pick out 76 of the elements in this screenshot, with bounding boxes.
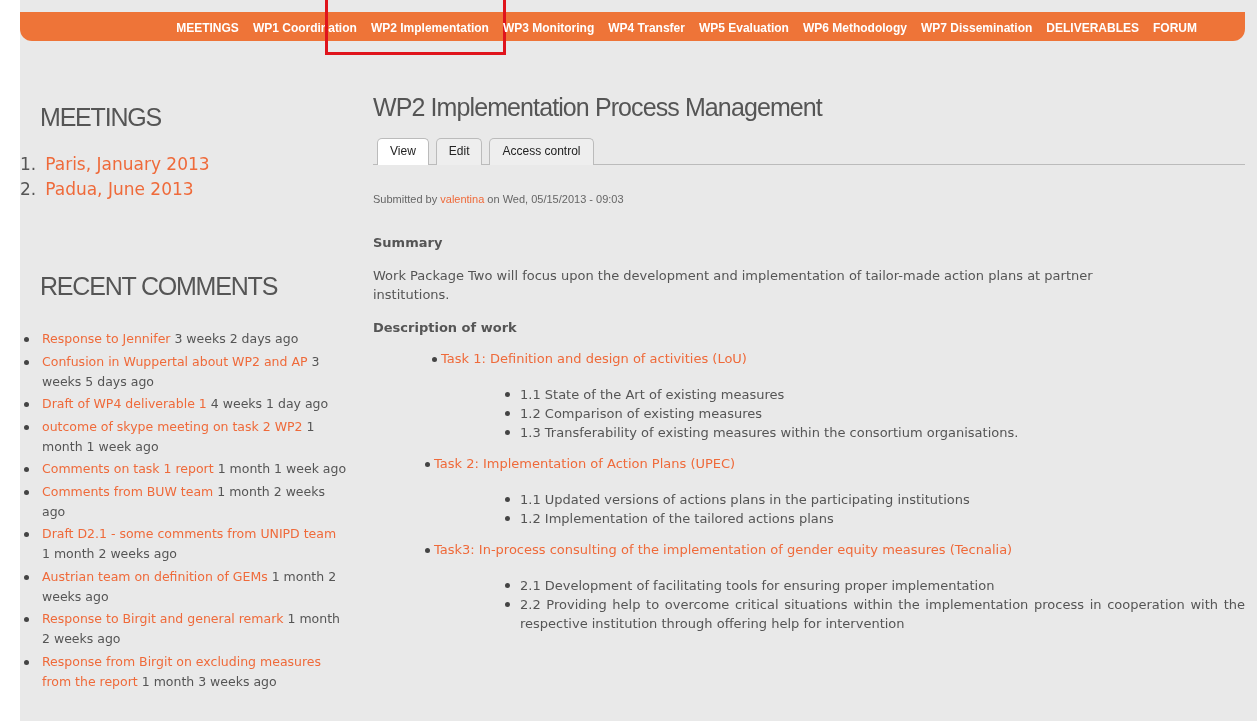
bullet-icon <box>24 467 29 472</box>
bullet-icon <box>24 489 29 495</box>
bullet-icon <box>24 574 29 580</box>
subtask-text: 1.2 Comparison of existing measures <box>520 405 763 423</box>
tab[interactable]: Edit <box>435 138 483 165</box>
bullet-icon <box>505 583 510 588</box>
comment-entry: Response to Jennifer 3 weeks 2 days ago <box>42 331 299 346</box>
meeting-link[interactable]: Padua, June 2013 <box>45 177 194 202</box>
subtask-text: 1.3 Transferability of existing measures within the consortium organisations. <box>520 424 1019 442</box>
bullet-icon <box>24 659 29 665</box>
comment-link[interactable]: Comments from BUW team <box>42 483 214 499</box>
bullet-icon <box>24 337 29 342</box>
list-number: 1. <box>20 153 37 176</box>
comment-link[interactable]: Response to Jennifer <box>42 331 171 346</box>
bullet-icon <box>505 392 510 397</box>
bullet-icon <box>24 402 29 407</box>
tab[interactable]: View <box>377 138 429 165</box>
bullet-icon <box>505 497 510 502</box>
nav-link[interactable]: FORUM <box>1153 21 1197 35</box>
comment-link[interactable]: Comments on task 1 report <box>42 461 214 476</box>
comment-link[interactable]: Draft of WP4 deliverable 1 <box>42 396 207 411</box>
meeting-link[interactable]: Paris, January 2013 <box>45 152 210 177</box>
bullet-icon <box>505 430 510 435</box>
task-link[interactable]: Task 1: Definition and design of activities (LoU) <box>441 349 747 369</box>
nav-link[interactable]: WP5 Evaluation <box>698 21 789 35</box>
submitted-line: Submitted by valentina on Wed, 05/15/2013 - 09:03 <box>373 193 625 205</box>
comment-entry: Confusion in Wuppertal about WP2 and AP 3 weeks 5 days ago <box>42 353 320 389</box>
bullet-icon <box>505 516 510 521</box>
nav-link[interactable]: WP2 Implementation <box>370 21 489 35</box>
page-title: WP2 Implementation Process Management <box>373 93 822 122</box>
sidebar-heading: RECENT COMMENTS <box>40 272 278 301</box>
bullet-icon <box>425 547 430 553</box>
bullet-icon <box>432 356 437 362</box>
comment-entry: Response from Birgit on excluding measures from the report 1 month 3 weeks ago <box>42 653 322 689</box>
bullet-icon <box>24 617 29 622</box>
bullet-icon <box>24 532 29 537</box>
bullet-icon <box>425 461 430 467</box>
nav-link[interactable]: DELIVERABLES <box>1046 21 1139 35</box>
bullet-icon <box>24 359 29 365</box>
bullet-icon <box>24 424 29 430</box>
bullet-icon <box>505 411 510 416</box>
task-link[interactable]: Task 2: Implementation of Action Plans (UPEC) <box>434 454 736 474</box>
nav-link[interactable]: WP3 Monitoring <box>502 21 595 35</box>
comment-entry: outcome of skype meeting on task 2 WP2 1 month 1 week ago <box>42 418 315 454</box>
comment-link[interactable]: Response to Birgit and general remark <box>42 611 284 626</box>
nav-link[interactable]: WP1 Coordination <box>252 21 357 35</box>
author-link[interactable]: valentina <box>440 193 485 205</box>
subtask-text: 2.1 Development of facilitating tools for ensuring proper implementation <box>520 577 995 595</box>
comment-link[interactable]: Austrian team on definition of GEMs <box>42 568 268 584</box>
subtask-text: 1.1 State of the Art of existing measures <box>520 386 785 404</box>
section-heading: Summary <box>373 235 443 250</box>
subtask-text: 2.2 Providing help to overcome critical situations within the implementation process in cooperation with the respective institution through offering help for intervention <box>520 596 1245 633</box>
tab[interactable]: Access control <box>489 138 594 165</box>
list-number: 2. <box>20 178 37 201</box>
comment-entry: Comments on task 1 report 1 month 1 week ago <box>42 461 347 476</box>
comment-link[interactable]: from the report <box>42 673 138 689</box>
nav-link[interactable]: MEETINGS <box>176 21 239 35</box>
comment-entry: Draft of WP4 deliverable 1 4 weeks 1 day ago <box>42 396 329 411</box>
comment-link[interactable]: Draft D2.1 - some comments from UNIPD team <box>42 526 337 541</box>
nav-link[interactable]: WP4 Transfer <box>608 21 685 35</box>
comment-link[interactable]: Confusion in Wuppertal about WP2 and AP <box>42 353 308 369</box>
subtask-text: 1.2 Implementation of the tailored actions plans <box>520 510 834 528</box>
comment-entry: Comments from BUW team 1 month 2 weeks ago <box>42 483 325 519</box>
comment-entry: Austrian team on definition of GEMs 1 month 2 weeks ago <box>42 568 337 604</box>
sidebar-heading: MEETINGS <box>40 103 161 132</box>
comment-entry: Response to Birgit and general remark 1 month 2 weeks ago <box>42 611 340 646</box>
comment-entry: Draft D2.1 - some comments from UNIPD team 1 month 2 weeks ago <box>42 526 337 561</box>
summary-text: Work Package Two will focus upon the development and implementation of tailor-made action plans at partner institutions. <box>373 267 1094 304</box>
subtask-text: 1.1 Updated versions of actions plans in the participating institutions <box>520 491 970 509</box>
comment-link[interactable]: outcome of skype meeting on task 2 WP2 <box>42 418 303 434</box>
comment-link[interactable]: Response from Birgit on excluding measures <box>42 653 322 669</box>
task-link[interactable]: Task3: In-process consulting of the implementation of gender equity measures (Tecnalia) <box>434 540 1013 560</box>
section-heading: Description of work <box>373 320 517 335</box>
nav-link[interactable]: WP6 Methodology <box>802 21 907 35</box>
nav-link[interactable]: WP7 Dissemination <box>920 21 1033 35</box>
bullet-icon <box>505 602 510 607</box>
